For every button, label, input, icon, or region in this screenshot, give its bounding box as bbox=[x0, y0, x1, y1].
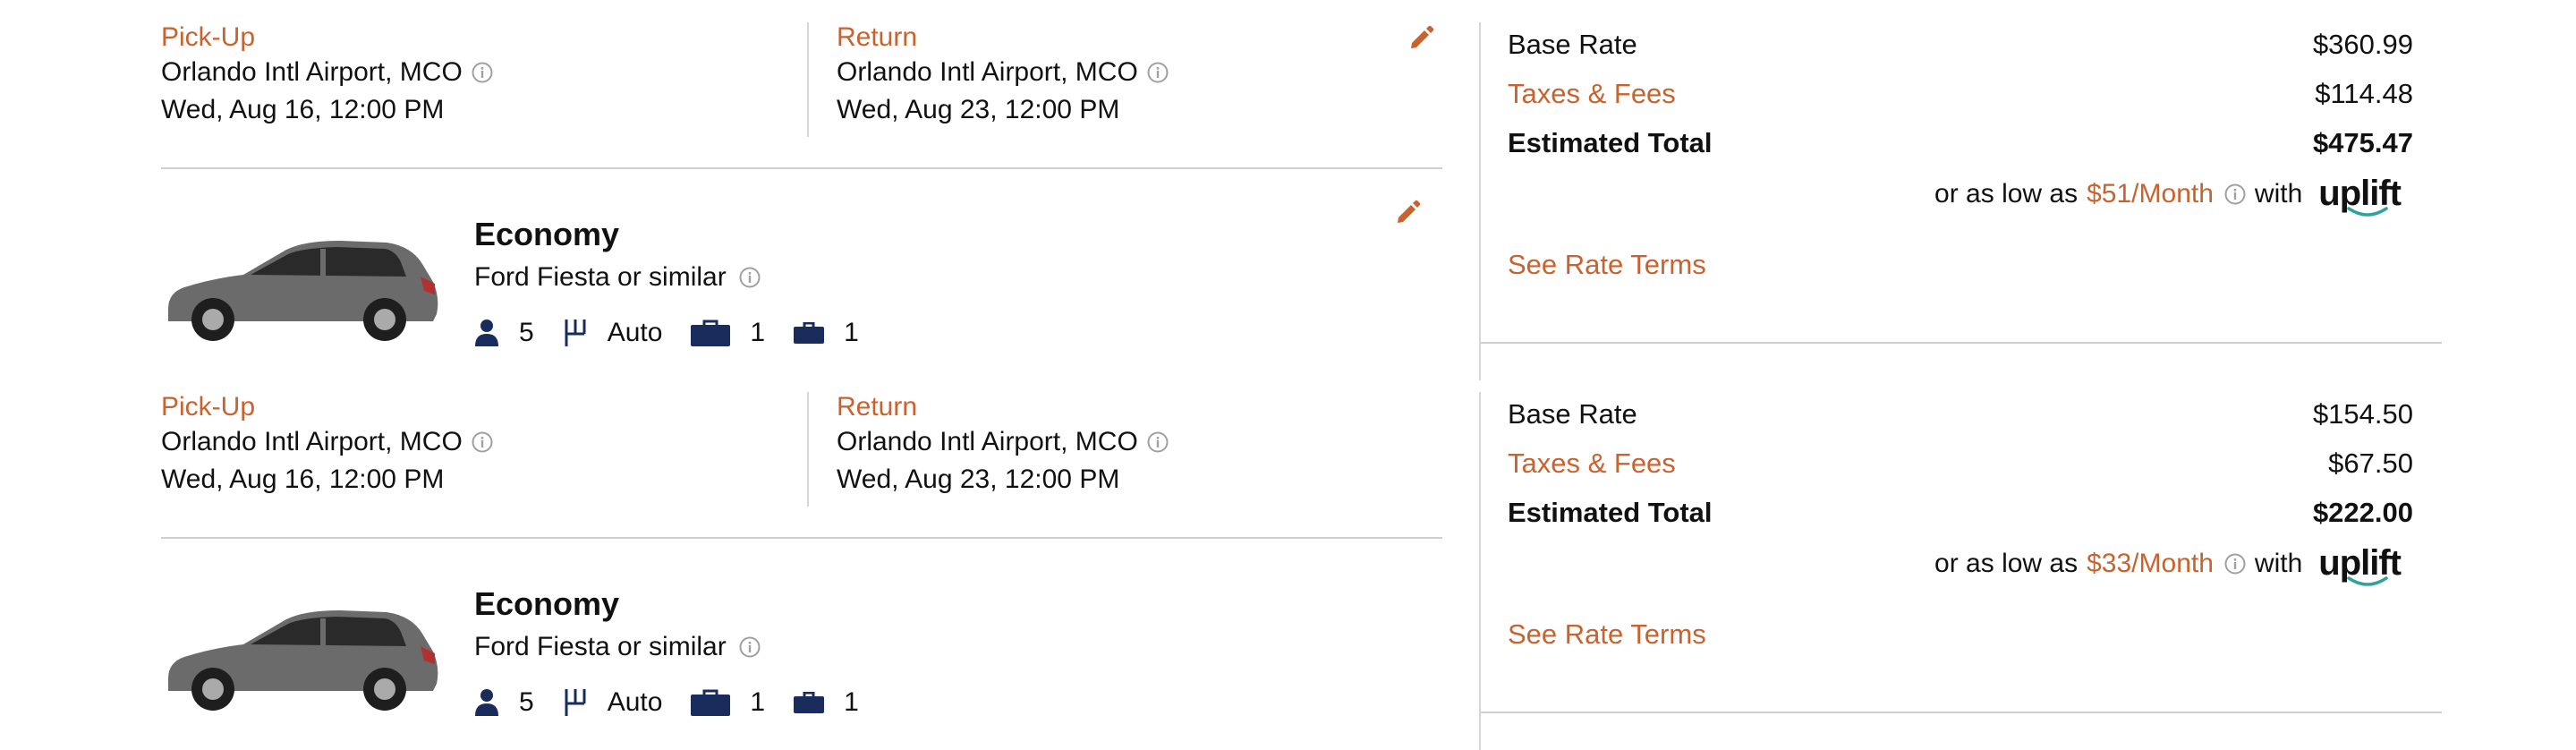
return-block: Return Orlando Intl Airport, MCO Wed, Au… bbox=[837, 391, 1169, 499]
return-block: Return Orlando Intl Airport, MCO Wed, Au… bbox=[837, 21, 1169, 129]
taxes-fees-link[interactable]: Taxes & Fees bbox=[1508, 76, 1676, 112]
reservation-details: Pick-Up Orlando Intl Airport, MCO Wed, A… bbox=[161, 370, 1442, 739]
small-bag-icon bbox=[794, 692, 825, 713]
low-prefix: or as low as bbox=[1934, 548, 2079, 578]
info-icon[interactable] bbox=[2224, 183, 2246, 205]
info-icon[interactable] bbox=[739, 267, 761, 288]
large-suitcase-icon bbox=[691, 689, 731, 716]
base-rate-label: Base Rate bbox=[1508, 29, 1637, 60]
car-class: Economy bbox=[474, 585, 620, 622]
monthly-payment-link[interactable]: $51/Month bbox=[2087, 179, 2214, 209]
estimated-total-label: Estimated Total bbox=[1508, 127, 1713, 158]
reservation-card: Pick-Up Orlando Intl Airport, MCO Wed, A… bbox=[0, 0, 2576, 380]
section-divider bbox=[161, 537, 1442, 539]
car-model: Ford Fiesta or similar bbox=[474, 632, 727, 661]
car-image bbox=[168, 610, 438, 711]
with-text: with bbox=[2254, 178, 2303, 209]
base-rate-value: $360.99 bbox=[2312, 29, 2413, 60]
with-text: with bbox=[2254, 548, 2303, 578]
uplift-logo: uplift bbox=[2318, 174, 2402, 217]
uplift-smile-icon bbox=[2347, 576, 2389, 586]
card-bottom-divider bbox=[1481, 712, 2442, 713]
uplift-logo: uplift bbox=[2318, 543, 2402, 586]
base-rate-label: Base Rate bbox=[1508, 398, 1637, 430]
pickup-label: Pick-Up bbox=[161, 392, 256, 422]
car-model: Ford Fiesta or similar bbox=[474, 262, 727, 292]
return-label: Return bbox=[837, 392, 918, 422]
small-bag-icon bbox=[794, 322, 825, 344]
car-features: 5 Auto 1 1 bbox=[474, 315, 888, 351]
card-bottom-divider bbox=[1481, 342, 2442, 344]
reservation-card: Pick-Up Orlando Intl Airport, MCO Wed, A… bbox=[0, 370, 2576, 750]
uplift-offer: or as low as $33/Month with uplift bbox=[1934, 543, 2402, 586]
location-divider bbox=[807, 22, 809, 137]
transmission-icon bbox=[565, 689, 586, 716]
car-class: Economy bbox=[474, 216, 620, 252]
pickup-block: Pick-Up Orlando Intl Airport, MCO Wed, A… bbox=[161, 21, 493, 129]
taxes-fees-value: $114.48 bbox=[2315, 78, 2413, 109]
pickup-block: Pick-Up Orlando Intl Airport, MCO Wed, A… bbox=[161, 391, 493, 499]
reservation-details: Pick-Up Orlando Intl Airport, MCO Wed, A… bbox=[161, 0, 1442, 370]
pricing-panel: Base Rate $360.99 Taxes & Fees $114.48 E… bbox=[1479, 0, 2442, 380]
info-icon[interactable] bbox=[472, 431, 493, 453]
estimated-total-value: $475.47 bbox=[2312, 127, 2413, 158]
uplift-offer: or as low as $51/Month with uplift bbox=[1934, 174, 2402, 217]
large-bag-count: 1 bbox=[750, 318, 766, 347]
info-icon[interactable] bbox=[1147, 62, 1169, 83]
location-divider bbox=[807, 392, 809, 507]
pricing-divider bbox=[1479, 22, 1481, 380]
car-features: 5 Auto 1 1 bbox=[474, 685, 888, 720]
passenger-count: 5 bbox=[519, 318, 534, 347]
pickup-location: Orlando Intl Airport, MCO bbox=[161, 427, 463, 456]
uplift-smile-icon bbox=[2347, 207, 2389, 217]
info-icon[interactable] bbox=[1147, 431, 1169, 453]
estimated-total-label: Estimated Total bbox=[1508, 497, 1713, 528]
return-label: Return bbox=[837, 22, 918, 52]
base-rate-value: $154.50 bbox=[2312, 398, 2413, 430]
taxes-fees-value: $67.50 bbox=[2328, 447, 2413, 479]
info-icon[interactable] bbox=[739, 636, 761, 658]
edit-locations-pencil-icon[interactable] bbox=[1407, 23, 1436, 52]
large-suitcase-icon bbox=[691, 320, 731, 346]
transmission-type: Auto bbox=[607, 318, 663, 347]
info-icon[interactable] bbox=[2224, 553, 2246, 575]
return-location: Orlando Intl Airport, MCO bbox=[837, 57, 1138, 87]
info-icon[interactable] bbox=[472, 62, 493, 83]
pricing-divider bbox=[1479, 392, 1481, 750]
see-rate-terms-link[interactable]: See Rate Terms bbox=[1508, 249, 1706, 281]
low-prefix: or as low as bbox=[1934, 178, 2079, 209]
pricing-panel: Base Rate $154.50 Taxes & Fees $67.50 Es… bbox=[1479, 370, 2442, 750]
car-image bbox=[168, 241, 438, 341]
pickup-location: Orlando Intl Airport, MCO bbox=[161, 57, 463, 87]
transmission-type: Auto bbox=[607, 687, 663, 717]
section-divider bbox=[161, 167, 1442, 169]
estimated-total-value: $222.00 bbox=[2312, 497, 2413, 528]
passenger-icon bbox=[475, 689, 498, 716]
passenger-count: 5 bbox=[519, 687, 534, 717]
pickup-label: Pick-Up bbox=[161, 22, 256, 52]
small-bag-count: 1 bbox=[844, 318, 859, 347]
large-bag-count: 1 bbox=[750, 687, 766, 717]
transmission-icon bbox=[565, 320, 586, 346]
taxes-fees-link[interactable]: Taxes & Fees bbox=[1508, 446, 1676, 482]
return-datetime: Wed, Aug 23, 12:00 PM bbox=[837, 464, 1120, 494]
locations-section: Pick-Up Orlando Intl Airport, MCO Wed, A… bbox=[161, 370, 1442, 526]
locations-section: Pick-Up Orlando Intl Airport, MCO Wed, A… bbox=[161, 0, 1442, 157]
pickup-datetime: Wed, Aug 16, 12:00 PM bbox=[161, 95, 445, 124]
monthly-payment-link[interactable]: $33/Month bbox=[2087, 549, 2214, 579]
small-bag-count: 1 bbox=[844, 687, 859, 717]
edit-vehicle-pencil-icon[interactable] bbox=[1394, 198, 1423, 226]
return-datetime: Wed, Aug 23, 12:00 PM bbox=[837, 95, 1120, 124]
see-rate-terms-link[interactable]: See Rate Terms bbox=[1508, 618, 1706, 651]
pickup-datetime: Wed, Aug 16, 12:00 PM bbox=[161, 464, 445, 494]
return-location: Orlando Intl Airport, MCO bbox=[837, 427, 1138, 456]
passenger-icon bbox=[475, 320, 498, 346]
